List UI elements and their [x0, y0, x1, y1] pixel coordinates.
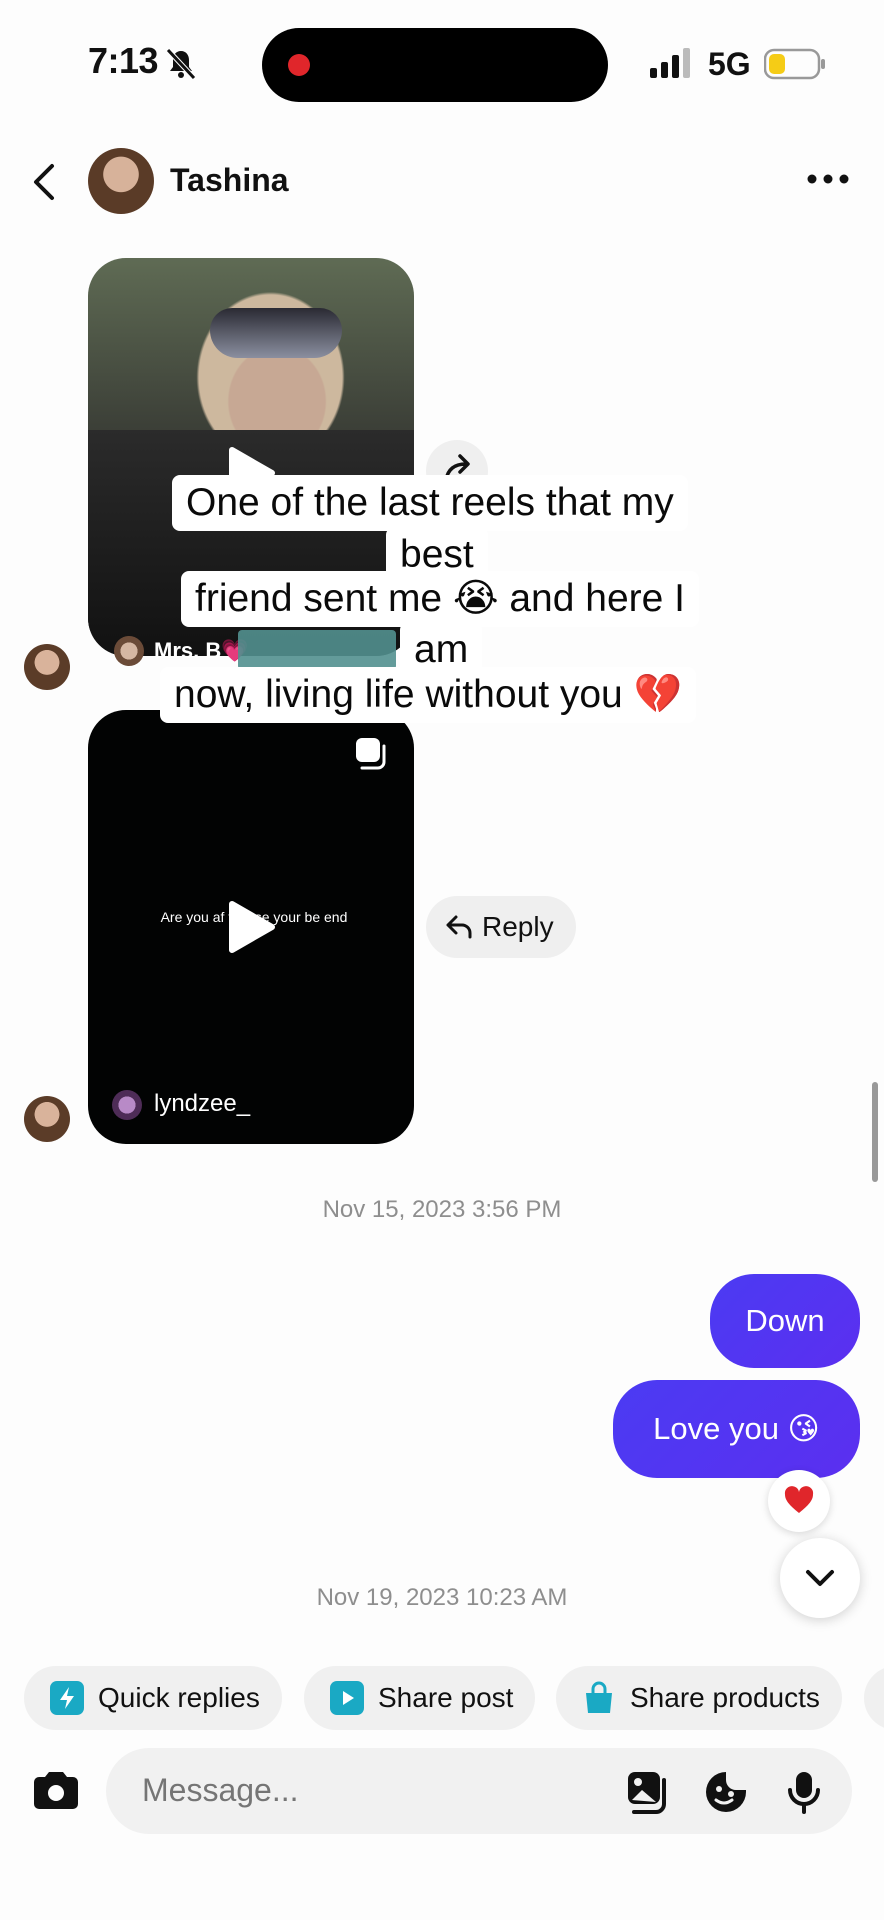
reel-2-user-avatar [112, 1090, 142, 1120]
reel-1-user-avatar [114, 636, 144, 666]
reel-1-blurred-text [238, 630, 396, 670]
sender-avatar [24, 1096, 70, 1142]
contact-avatar[interactable] [88, 148, 154, 214]
bell-muted-icon [166, 48, 196, 80]
camera-icon[interactable] [28, 1764, 84, 1820]
sent-message[interactable]: Down [710, 1274, 860, 1368]
play-square-icon [330, 1681, 364, 1715]
chip-label: Quick replies [98, 1682, 260, 1713]
reply-label: Reply [482, 911, 554, 942]
signal-icon [650, 48, 690, 78]
sent-message[interactable]: Love you 😘 [613, 1380, 860, 1478]
reply-icon [446, 915, 472, 939]
overlay-caption-line-1: One of the last reels that my [172, 475, 688, 531]
network-type: 5G [708, 46, 751, 82]
contact-name[interactable]: Tashina [170, 162, 289, 199]
scrollbar[interactable] [872, 1082, 878, 1182]
heart-icon [784, 1486, 814, 1513]
share-products-chip[interactable]: Share products [556, 1666, 842, 1730]
play-icon[interactable] [226, 900, 276, 954]
quick-replies-chip[interactable]: Quick replies [24, 1666, 282, 1730]
lightning-icon [50, 1681, 84, 1715]
more-options-icon[interactable] [806, 172, 850, 186]
heart-reaction[interactable] [768, 1470, 830, 1532]
share-post-chip[interactable]: Share post [304, 1666, 536, 1730]
status-time: 7:13 [88, 40, 159, 81]
timestamp: Nov 19, 2023 10:23 AM [316, 1584, 568, 1611]
microphone-icon[interactable] [782, 1770, 826, 1814]
more-chips-peek[interactable] [864, 1666, 884, 1730]
gallery-icon[interactable] [626, 1770, 670, 1814]
shopping-bag-icon [582, 1681, 616, 1715]
reel-1-sunglasses [210, 308, 342, 358]
dynamic-island [262, 28, 608, 102]
message-input[interactable] [140, 1771, 604, 1810]
battery-icon [764, 48, 825, 80]
overlay-caption-line-5: now, living life without you 💔 [160, 667, 697, 723]
sticker-icon[interactable] [704, 1770, 748, 1814]
multiple-posts-icon [356, 738, 386, 770]
sender-avatar [24, 644, 70, 690]
chip-label: Share products [630, 1682, 820, 1713]
reel-1-username: Mrs. B💗 [154, 638, 249, 663]
recording-indicator [288, 54, 310, 76]
reel-2-username: lyndzee_ [154, 1090, 251, 1117]
timestamp: Nov 15, 2023 3:56 PM [322, 1196, 562, 1223]
overlay-caption-line-3: friend sent me 😭 and here I [181, 571, 699, 627]
chip-label: Share post [378, 1682, 514, 1713]
back-icon[interactable] [28, 160, 62, 204]
